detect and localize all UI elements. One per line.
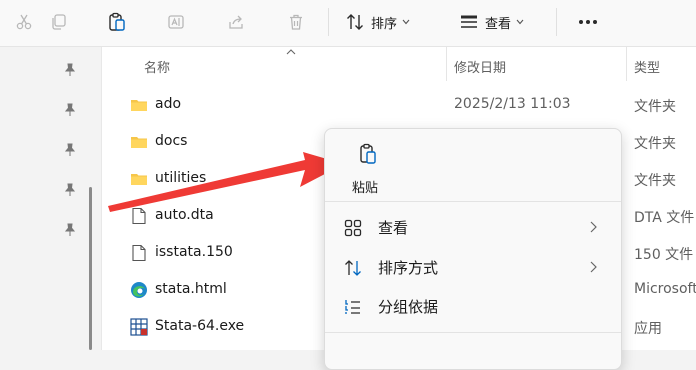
paste-menu-button[interactable]: 粘贴: [347, 141, 387, 197]
paste-label: 粘贴: [352, 181, 379, 196]
context-menu: 粘贴 查看 排序方式 分组依据: [324, 128, 622, 370]
chevron-right-icon: [590, 221, 597, 233]
chevron-right-icon: [590, 261, 597, 273]
menu-item-group-by[interactable]: 分组依据: [325, 287, 621, 325]
menu-item-view[interactable]: 查看: [325, 208, 621, 246]
grid-icon: [344, 219, 362, 237]
menu-divider: [325, 201, 621, 202]
menu-item-sort-by[interactable]: 排序方式: [325, 248, 621, 286]
menu-item-label: 排序方式: [378, 259, 439, 277]
menu-divider: [325, 332, 621, 333]
group-icon: [345, 300, 360, 314]
sort-icon: [345, 260, 361, 276]
menu-item-label: 分组依据: [378, 298, 439, 316]
paste-icon: [360, 143, 376, 164]
menu-item-label: 查看: [378, 219, 409, 237]
